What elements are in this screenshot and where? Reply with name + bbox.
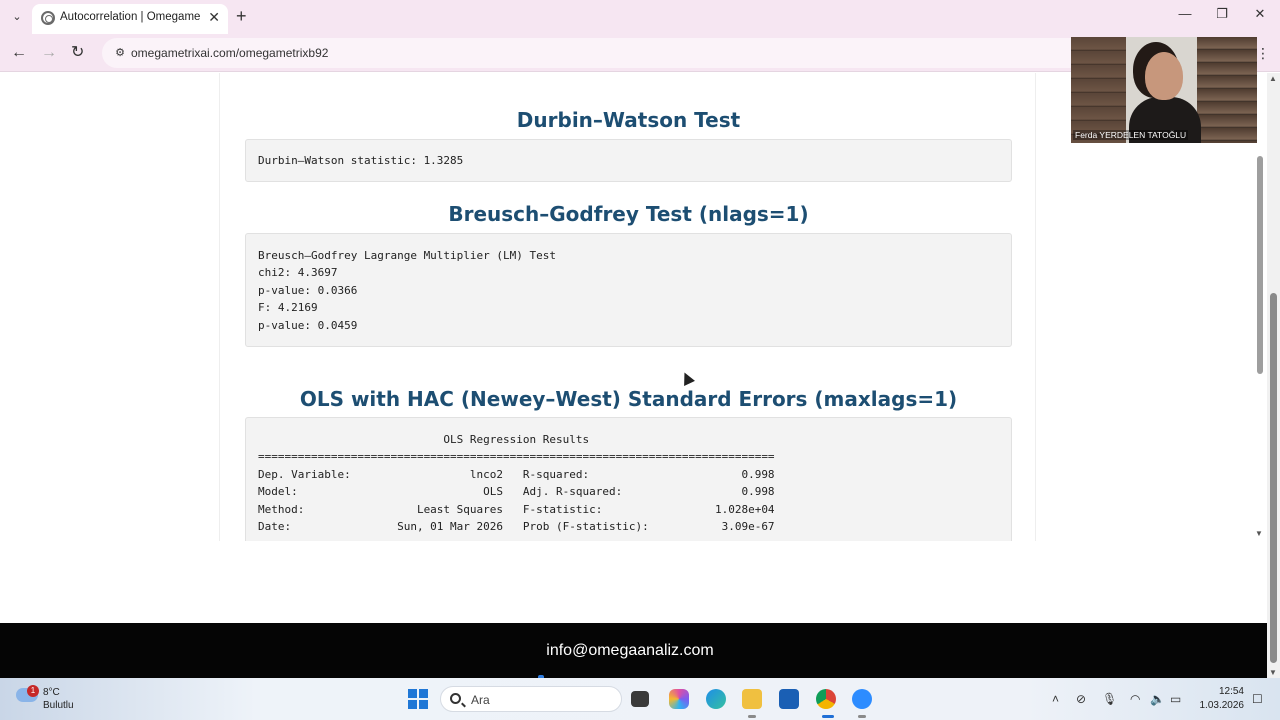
ols-line: OLS Regression Results	[258, 433, 775, 446]
zoom-icon[interactable]	[852, 689, 872, 709]
show-hidden-icons-chevron-icon[interactable]: ˄	[1052, 692, 1059, 706]
address-bar[interactable]: ⚙ omegametrixai.com/omegametrixb92	[102, 38, 1102, 68]
edge-browser-icon[interactable]	[706, 689, 726, 709]
ols-line: Model: OLS Adj. R-squared: 0.998	[258, 485, 775, 498]
ols-line: Dep. Variable: lnco2 R-squared: 0.998	[258, 468, 775, 481]
tab-bar: ⌄ Autocorrelation | OmegametriX ✕ + — ❐ …	[0, 0, 1280, 34]
bg-line: Breusch–Godfrey Lagrange Multiplier (LM)…	[258, 249, 557, 262]
participant-name: Ferda YERDELEN TATOĞLU	[1073, 130, 1189, 140]
url-text[interactable]: omegametrixai.com/omegametrixb92	[131, 46, 328, 60]
app-running-indicator	[858, 715, 866, 718]
restore-icon[interactable]: ❐	[1212, 6, 1232, 22]
reload-icon[interactable]: ↻	[71, 44, 84, 62]
ols-line: ========================================…	[258, 450, 775, 463]
browser-menu-icon[interactable]: ⋮	[1256, 44, 1270, 62]
ols-regression-output: OLS Regression Results =================…	[245, 417, 1012, 541]
bg-line: F: 4.2169	[258, 301, 318, 314]
page-scrollbar[interactable]: ▲ ▼	[1267, 73, 1280, 678]
search-icon	[450, 693, 461, 704]
video-background	[1071, 37, 1126, 143]
file-explorer-icon[interactable]	[742, 689, 762, 709]
weather-badge: 1	[27, 685, 39, 697]
page-viewport: Durbin–Watson Test Durbin–Watson statist…	[0, 73, 1268, 678]
app-running-indicator	[748, 715, 756, 718]
app-active-indicator	[822, 715, 834, 718]
store-icon[interactable]	[779, 689, 799, 709]
breusch-godfrey-output: Breusch–Godfrey Lagrange Multiplier (LM)…	[245, 233, 1012, 347]
taskbar: 1 8°C Bulutlu Ara ˄ ⊘ 🎙 ◠ 🔈 ▭ 12:54 1.03…	[0, 678, 1280, 720]
microphone-icon[interactable]: 🎙	[1102, 692, 1117, 706]
window-close-icon[interactable]: ✕	[1250, 6, 1270, 22]
ols-line: Method: Least Squares F-statistic: 1.028…	[258, 503, 775, 516]
clock-date[interactable]: 1.03.2026	[1194, 700, 1245, 711]
taskbar-search[interactable]: Ara	[440, 686, 622, 712]
bg-line: p-value: 0.0459	[258, 319, 358, 332]
tab-search-chevron-icon[interactable]: ⌄	[8, 8, 26, 26]
volume-icon[interactable]: 🔈	[1150, 692, 1165, 706]
scroll-up-icon[interactable]: ▲	[1269, 74, 1277, 83]
battery-icon[interactable]: ▭	[1170, 692, 1181, 706]
security-alert-icon[interactable]: ⊘	[1076, 692, 1086, 706]
back-icon[interactable]: ←	[11, 44, 27, 62]
wifi-icon[interactable]: ◠	[1130, 692, 1140, 706]
video-call-tile[interactable]: Ferda YERDELEN TATOĞLU	[1071, 37, 1257, 143]
footer-spacer	[0, 541, 1267, 623]
bg-line: chi2: 4.3697	[258, 266, 338, 279]
page-scrollbar-thumb[interactable]	[1270, 293, 1277, 663]
tab-title: Autocorrelation | OmegametriX	[60, 11, 200, 23]
tab-close-icon[interactable]: ✕	[208, 9, 220, 26]
content-area: Durbin–Watson Test Durbin–Watson statist…	[52, 73, 1268, 541]
copilot-icon[interactable]	[669, 689, 689, 709]
weather-description[interactable]: Bulutlu	[43, 700, 74, 711]
ols-line: Date: Sun, 01 Mar 2026 Prob (F-statistic…	[258, 520, 775, 533]
inner-scroll-down-icon[interactable]: ▼	[1255, 529, 1263, 538]
inner-scrollbar-thumb[interactable]	[1257, 156, 1263, 374]
site-footer: info@omegaanaliz.com	[0, 623, 1267, 678]
windows-start-icon[interactable]	[408, 689, 428, 709]
site-info-icon[interactable]: ⚙	[112, 45, 128, 61]
breusch-godfrey-title: Breusch–Godfrey Test (nlags=1)	[448, 202, 809, 226]
search-placeholder: Ara	[471, 693, 490, 707]
new-tab-icon[interactable]: +	[236, 6, 247, 26]
scroll-down-icon[interactable]: ▼	[1269, 668, 1277, 677]
site-favicon-icon	[41, 11, 55, 25]
durbin-watson-title: Durbin–Watson Test	[516, 108, 741, 132]
footer-email[interactable]: info@omegaanaliz.com	[0, 642, 1260, 660]
chrome-browser-icon[interactable]	[816, 689, 836, 709]
notifications-icon[interactable]: ☐	[1252, 692, 1263, 706]
browser-tab-active[interactable]: Autocorrelation | OmegametriX ✕	[32, 4, 228, 34]
durbin-watson-statistic: Durbin–Watson statistic: 1.3285	[258, 154, 464, 167]
results-panel: Durbin–Watson Test Durbin–Watson statist…	[219, 73, 1036, 541]
forward-icon[interactable]: →	[41, 44, 57, 62]
weather-temperature[interactable]: 8°C	[43, 687, 60, 698]
ols-hac-title: OLS with HAC (Newey–West) Standard Error…	[299, 387, 958, 411]
participant-figure	[1145, 52, 1183, 100]
task-view-icon[interactable]	[631, 691, 649, 707]
durbin-watson-output: Durbin–Watson statistic: 1.3285	[245, 139, 1012, 182]
minimize-icon[interactable]: —	[1175, 6, 1195, 21]
video-background	[1197, 37, 1257, 143]
clock-time[interactable]: 12:54	[1198, 686, 1244, 697]
bg-line: p-value: 0.0366	[258, 284, 358, 297]
